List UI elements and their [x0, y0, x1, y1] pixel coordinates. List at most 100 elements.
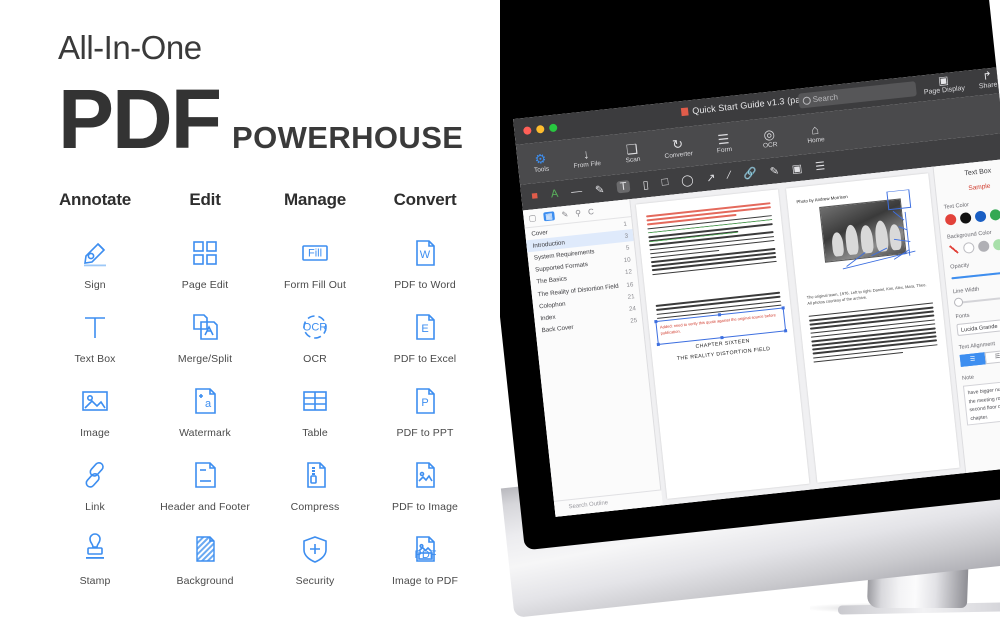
sign-pen-icon — [78, 236, 112, 270]
feature-page-edit[interactable]: Page Edit — [150, 236, 260, 310]
fonts-label: Fonts — [955, 312, 970, 321]
feature-image[interactable]: Image — [40, 384, 150, 458]
toolbar-label: OCR — [762, 141, 778, 150]
device-screen: Quick Start Guide v1.3 (page 16 / 17) Se… — [500, 0, 1000, 551]
feature-stamp[interactable]: Stamp — [40, 532, 150, 606]
form-fill-glyph: Fill — [308, 248, 322, 260]
swatch-blue[interactable] — [974, 210, 987, 223]
note-textarea[interactable]: have bigger numbers. Go to the meeting r… — [962, 377, 1000, 426]
hero-heading-block: All-In-One PDF POWERHOUSE — [58, 29, 478, 161]
swatch-green[interactable] — [989, 208, 1000, 221]
swatch-red[interactable] — [944, 213, 957, 226]
opacity-slider[interactable] — [951, 269, 1000, 280]
underline-icon[interactable]: A — [550, 188, 559, 201]
svg-text:P: P — [421, 397, 428, 409]
signature-icon[interactable]: ✎ — [769, 164, 779, 178]
link-icon[interactable]: 🔗 — [743, 166, 758, 180]
toolbar-item-tools[interactable]: ⚙ Tools — [523, 150, 559, 175]
feature-label: Table — [302, 427, 328, 439]
ocr-icon: OCR — [298, 310, 332, 344]
outline-title: Index — [540, 313, 556, 323]
hero-tagline: All-In-One — [58, 29, 202, 66]
outline-title: Cover — [530, 228, 549, 238]
stamp-tool-icon[interactable]: ▣ — [791, 161, 803, 175]
feature-ocr[interactable]: OCR OCR — [260, 310, 370, 384]
line-icon[interactable]: ∕ — [728, 169, 731, 181]
swatch-grey[interactable] — [977, 240, 990, 253]
feature-label: OCR — [303, 353, 327, 365]
feature-security[interactable]: Security — [260, 532, 370, 606]
feature-pdf-to-ppt[interactable]: P PDF to PPT — [370, 384, 480, 458]
page-viewer[interactable]: Added: need to verify this quote against… — [630, 166, 966, 506]
feature-label: Page Edit — [181, 279, 229, 291]
hero-wordmark-row: PDF POWERHOUSE — [58, 77, 478, 161]
arrow-icon[interactable]: ↗ — [706, 170, 716, 184]
feature-pdf-to-excel[interactable]: E PDF to Excel — [370, 310, 480, 384]
feature-image-to-pdf[interactable]: PDF Image to PDF — [370, 532, 480, 606]
feature-column-manage: Manage — [283, 190, 347, 209]
strikethrough-icon[interactable]: — — [571, 185, 583, 198]
sidebar-tab-comments[interactable]: C — [588, 207, 595, 217]
align-left-button[interactable]: ☰ — [959, 352, 986, 367]
align-center-button[interactable]: ☰ — [984, 349, 1000, 365]
sidebar-tab-annotations[interactable]: ✎ — [561, 210, 569, 220]
feature-table[interactable]: Table — [260, 384, 370, 458]
feature-pdf-to-image[interactable]: PDF to Image — [370, 458, 480, 532]
sidebar-tab-search[interactable]: ⚲ — [575, 208, 582, 218]
feature-text-box[interactable]: Text Box — [40, 310, 150, 384]
toolbar-item-ocr[interactable]: ◎ OCR — [751, 125, 787, 150]
pdf-to-word-icon: W — [408, 236, 442, 270]
imac-device:  Quick Start Guide v1.3 (page 16 / 17) … — [500, 0, 1000, 625]
feature-header-and-footer[interactable]: Header and Footer — [150, 458, 260, 532]
outline-page: 25 — [629, 317, 638, 325]
toolbar-item-scan[interactable]: ❑ Scan — [614, 140, 650, 165]
swatch-none[interactable] — [947, 243, 960, 256]
outline-page: 12 — [624, 268, 633, 277]
text-box-t-icon — [78, 310, 112, 344]
feature-label: PDF to Image — [392, 501, 458, 513]
feature-pdf-to-word[interactable]: W PDF to Word — [370, 236, 480, 310]
toolbar-label: Tools — [533, 165, 550, 175]
sidebar-tab-bookmarks[interactable]: ▢ — [528, 213, 536, 223]
swatch-mint[interactable] — [992, 238, 1000, 251]
toolbar-item-converter[interactable]: ↻ Converter — [660, 135, 696, 160]
line-width-slider[interactable] — [953, 294, 1000, 308]
sidebar-tab-thumbnails[interactable]: ▦ — [542, 211, 556, 222]
toolbar-item-home[interactable]: ⌂ Home — [797, 120, 833, 145]
feature-label: Watermark — [179, 427, 231, 439]
feature-background[interactable]: Background — [150, 532, 260, 606]
feature-label: Compress — [290, 501, 340, 513]
toolbar-item-from-file[interactable]: ↓ From File — [568, 145, 604, 170]
ellipse-icon[interactable]: ◯ — [681, 173, 695, 187]
outline-search-input[interactable]: Search Outline — [553, 489, 663, 517]
page-display-button[interactable]: ▣ Page Display — [921, 73, 967, 97]
rectangle-icon[interactable]: □ — [661, 176, 669, 189]
outline-page: 16 — [626, 280, 634, 289]
outline-page: 3 — [624, 232, 629, 240]
text-box-tool-icon[interactable]: T — [616, 180, 631, 194]
feature-label: Background — [176, 575, 234, 587]
note-icon[interactable]: ▯ — [642, 178, 649, 192]
feature-link[interactable]: Link — [40, 458, 150, 532]
highlight-icon[interactable]: ■ — [531, 190, 539, 203]
form-fill-icon: Fill — [298, 236, 332, 270]
outline-page: 10 — [623, 256, 632, 265]
feature-form-fill-out[interactable]: Fill Form Fill Out — [260, 236, 370, 310]
swatch-black[interactable] — [959, 211, 972, 225]
pencil-icon[interactable]: ✎ — [594, 182, 604, 196]
feature-label: Security — [295, 575, 335, 587]
feature-watermark[interactable]: a Watermark — [150, 384, 260, 458]
share-button[interactable]: ↱ Share — [965, 68, 1000, 92]
feature-merge-split[interactable]: Merge/Split — [150, 310, 260, 384]
ink-annotation-overlay[interactable] — [829, 188, 927, 275]
pdf-page-right[interactable]: Photo by Andrew Morrison The original te… — [785, 173, 960, 483]
pdf-page-left[interactable]: Added: need to verify this quote against… — [635, 189, 810, 499]
swatch-white[interactable] — [962, 241, 975, 254]
feature-sign[interactable]: Sign — [40, 236, 150, 310]
attach-icon[interactable]: ☰ — [814, 159, 826, 173]
toolbar-item-form[interactable]: ☰ Form — [706, 130, 742, 155]
security-shield-icon — [298, 532, 332, 566]
feature-compress[interactable]: Compress — [260, 458, 370, 532]
feature-label: Text Box — [74, 353, 116, 365]
page-edit-grid-icon — [188, 236, 222, 270]
